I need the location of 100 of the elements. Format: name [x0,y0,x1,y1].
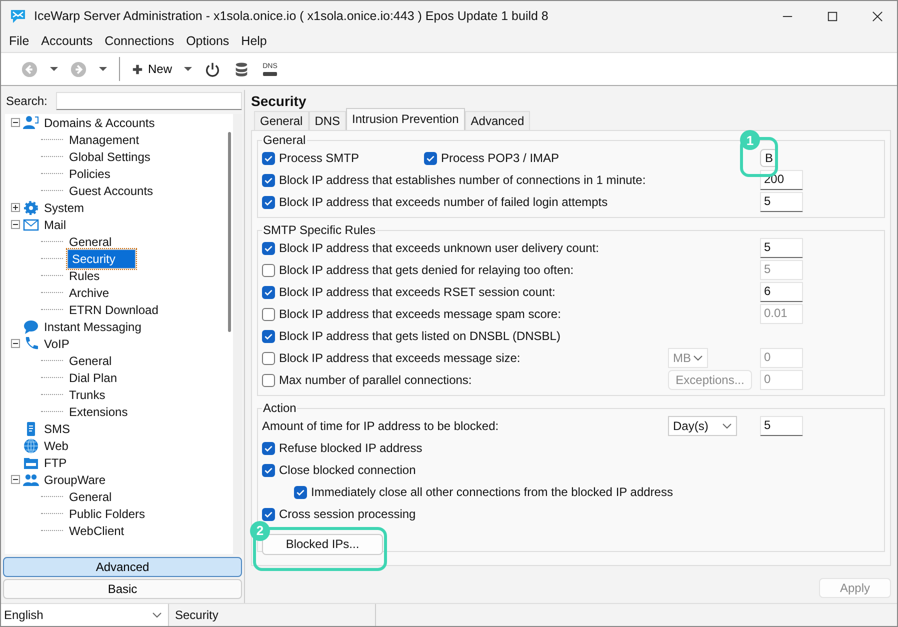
checkbox[interactable] [262,464,275,476]
checkbox[interactable] [262,442,275,454]
tree-item[interactable]: Management [67,132,142,148]
checkbox-label: Immediately close all other connections from the blocked IP address [311,485,673,499]
tree-item[interactable]: Instant Messaging [42,318,144,334]
checkbox-label: Close blocked connection [279,463,416,477]
close-icon[interactable] [872,10,883,22]
tree-item[interactable]: Web [42,438,70,454]
window-title: IceWarp Server Administration - x1sola.onice.io ( x1sola.onice.io:443 ) Epos Update 1 build 8 [34,9,548,23]
group-icon [23,472,39,488]
chat-bubble-icon [23,318,39,334]
checkbox[interactable] [262,242,275,254]
new-button[interactable]: New [132,62,172,76]
checkbox[interactable] [262,196,275,208]
checkbox[interactable] [262,174,275,186]
mode-button[interactable]: Basic [3,579,242,599]
language-dropdown[interactable]: English [1,604,169,626]
checkbox[interactable] [262,374,275,386]
tree-item[interactable]: Guest Accounts [67,182,156,198]
group-title: SMTP Specific Rules [262,223,376,237]
tree-item[interactable]: FTP [42,454,69,470]
expander-icon[interactable] [11,220,20,229]
tab[interactable]: DNS [308,111,346,130]
checkbox-label: Block IP address that exceeds RSET session count: [279,285,556,299]
search-label: Search: [6,94,48,108]
checkbox-label: Block IP address that establishes number of connections in 1 minute: [279,173,646,187]
menu-item[interactable]: Accounts [35,34,99,48]
tree-item[interactable]: Domains & Accounts [42,114,157,130]
tab[interactable]: Intrusion Prevention [346,108,465,130]
expander-icon[interactable] [11,339,20,348]
checkbox[interactable] [262,308,275,320]
tree-item[interactable]: VoIP [42,336,72,352]
tree-item[interactable]: General [67,488,114,504]
chevron-down-icon [722,423,732,429]
tree-item[interactable]: Policies [67,166,112,182]
phone-icon [23,336,39,352]
maximize-icon[interactable] [827,10,838,22]
gear-icon [23,200,39,216]
checkbox[interactable] [262,152,275,164]
people-icon [23,114,39,130]
number-field[interactable]: 5 [760,192,803,212]
tree-item[interactable]: System [42,200,86,216]
checkbox[interactable] [424,152,437,164]
chevron-down-icon [693,355,703,361]
unit-dropdown[interactable]: Day(s) [668,416,737,436]
tree-item[interactable]: Trunks [67,386,108,402]
tree-item[interactable]: Dial Plan [67,370,120,386]
menu-item[interactable]: File [3,34,36,48]
tree-item[interactable]: Extensions [67,404,130,420]
tree-item[interactable]: General [67,352,114,368]
number-field[interactable]: 5 [760,416,803,436]
tree-item[interactable]: WebClient [67,522,126,538]
app-logo-icon [10,8,26,24]
checkbox[interactable] [262,286,275,298]
checkbox-label: Block IP address that gets denied for relaying too often: [279,263,574,277]
checkbox[interactable] [262,508,275,520]
envelope-icon [23,216,39,232]
tree-item[interactable]: Archive [67,284,112,300]
checkbox[interactable] [262,352,275,364]
tree-item[interactable]: ETRN Download [67,302,160,318]
chevron-down-icon [152,612,162,618]
checkbox-label: Block IP address that gets listed on DNSBL (DNSBL) [279,329,560,343]
dropdown-caret-icon[interactable] [184,66,192,72]
tab[interactable]: General [254,111,309,130]
checkbox-label: Cross session processing [279,507,416,521]
tree-item[interactable]: Rules [67,268,102,284]
field-label: Amount of time for IP address to be blocked: [262,419,499,433]
expander-icon[interactable] [11,203,20,212]
expander-icon[interactable] [11,475,20,484]
tree-item[interactable]: Security [67,248,136,268]
tree-item[interactable]: Public Folders [67,506,148,522]
status-section: Security [169,604,376,626]
group-title: Action [262,401,298,415]
search-field[interactable] [56,92,242,110]
checkbox-label: Block IP address that exceeds message size: [279,351,520,365]
callout-badge: 2 [250,520,270,540]
number-field[interactable]: 6 [760,282,803,302]
expander-icon[interactable] [11,118,20,127]
tree-item[interactable]: SMS [42,420,72,436]
number-field[interactable]: 5 [760,238,803,258]
callout-badge: 1 [740,130,760,150]
dropdown-caret-icon[interactable] [99,66,107,72]
checkbox[interactable] [294,486,307,498]
checkbox[interactable] [262,330,275,342]
menu-item[interactable]: Help [235,34,273,48]
page-title: Security [251,92,308,111]
tree-item[interactable]: GroupWare [42,472,108,488]
checkbox[interactable] [262,264,275,276]
menu-item[interactable]: Connections [98,34,180,48]
dropdown-caret-icon[interactable] [50,66,58,72]
tree-item[interactable]: General [67,234,114,250]
tree-item[interactable]: Mail [42,216,68,232]
scrollbar-thumb[interactable] [228,132,231,332]
mode-button[interactable]: Advanced [3,557,242,577]
tree-item[interactable]: Global Settings [67,148,152,164]
checkbox-label: Block IP address that exceeds unknown user delivery count: [279,241,599,255]
menu-item[interactable]: Options [180,34,236,48]
tab[interactable]: Advanced [464,111,530,130]
power-icon[interactable] [204,60,222,78]
blocked-ips-button[interactable]: Blocked IPs... [262,534,383,554]
